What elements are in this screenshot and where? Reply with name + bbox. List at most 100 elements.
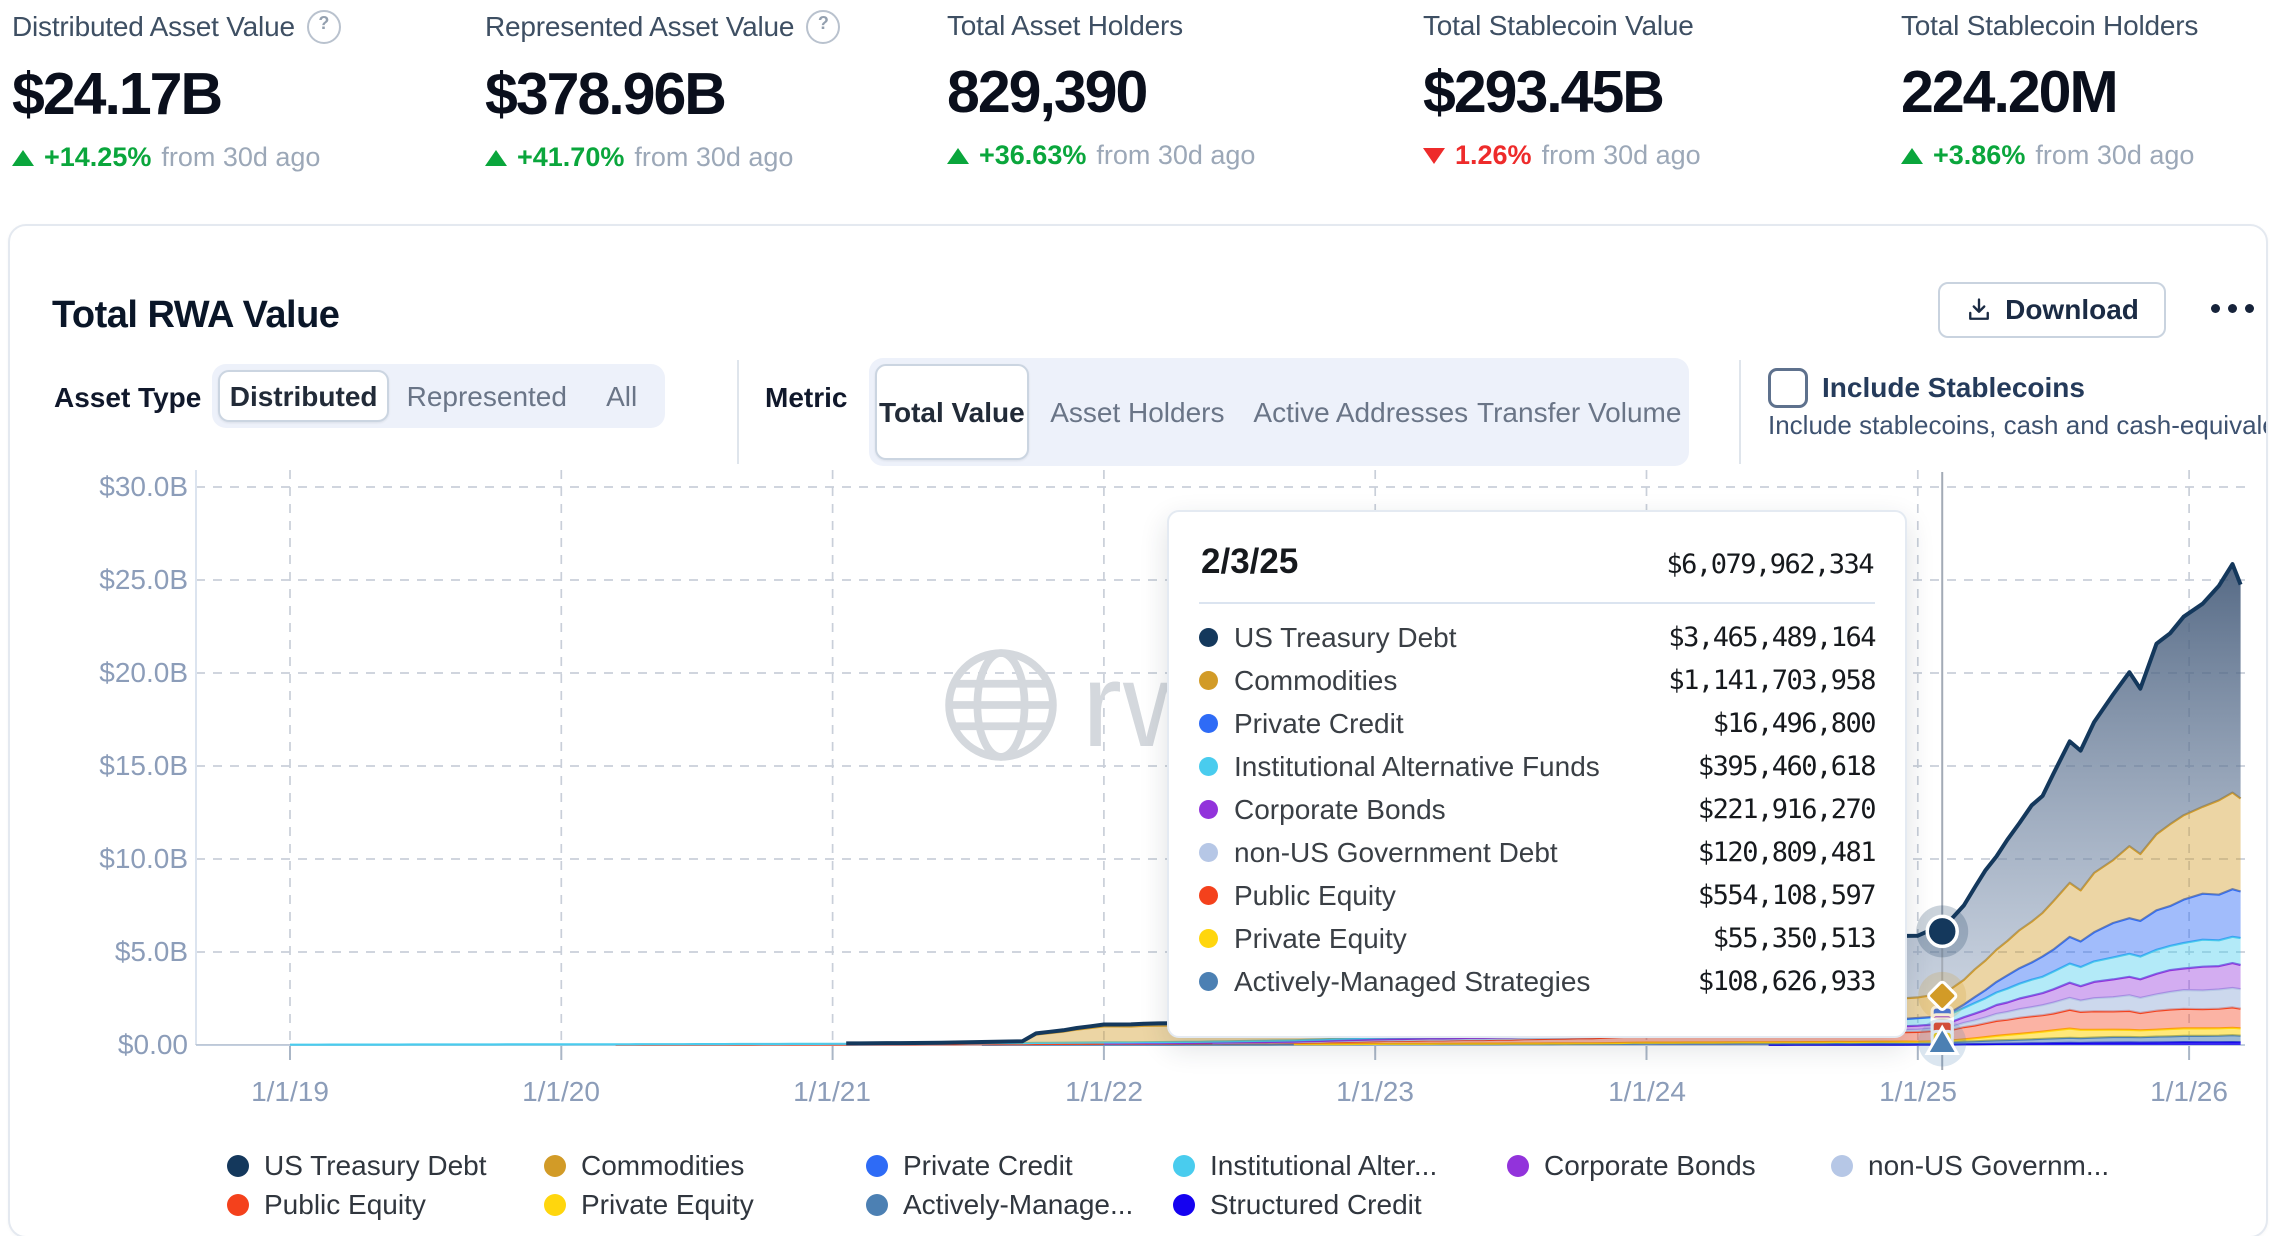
legend-item-institutional-alternative-funds[interactable]: Institutional Alter...: [1173, 1146, 1437, 1186]
stat-delta: +41.70%: [517, 142, 624, 173]
help-icon[interactable]: [806, 10, 840, 44]
x-axis-tick: 1/1/19: [220, 1076, 360, 1108]
tooltip-row: Private Credit$16,496,800: [1199, 702, 1875, 745]
asset-type-option-all[interactable]: All: [584, 370, 659, 422]
metric-tab-active-addresses[interactable]: Active Addresses: [1246, 364, 1475, 460]
stat-total-stablecoin-value: Total Stablecoin Value $293.45B 1.26% fr…: [1423, 10, 1873, 171]
stat-value: 224.20M: [1901, 58, 2273, 126]
legend-dot-icon: [544, 1155, 566, 1177]
stat-note: from 30d ago: [1096, 140, 1255, 171]
tooltip-total: $6,079,962,334: [1666, 549, 1873, 580]
include-stablecoins-checkbox[interactable]: [1768, 368, 1808, 408]
stat-value: $293.45B: [1423, 58, 1873, 126]
tooltip-row: Commodities$1,141,703,958: [1199, 659, 1875, 702]
x-axis-tick: 1/1/25: [1848, 1076, 1988, 1108]
metric-tab-total-value[interactable]: Total Value: [875, 364, 1029, 460]
stat-label: Total Asset Holders: [947, 10, 1183, 42]
divider: [737, 360, 739, 464]
series-dot-icon: [1199, 929, 1218, 948]
asset-type-label: Asset Type: [54, 382, 201, 414]
x-axis-tick: 1/1/21: [762, 1076, 902, 1108]
series-dot-icon: [1199, 671, 1218, 690]
series-dot-icon: [1199, 886, 1218, 905]
up-arrow-icon: [12, 150, 34, 166]
series-dot-icon: [1199, 757, 1218, 776]
page-title: Total RWA Value: [52, 294, 339, 337]
tooltip-row: Institutional Alternative Funds$395,460,…: [1199, 745, 1875, 788]
stat-distributed-asset-value: Distributed Asset Value $24.17B +14.25% …: [12, 10, 462, 173]
chart-tooltip: 2/3/25 $6,079,962,334 US Treasury Debt$3…: [1167, 510, 1907, 1038]
tooltip-row: Corporate Bonds$221,916,270: [1199, 788, 1875, 831]
legend-item-commodities[interactable]: Commodities: [544, 1146, 744, 1186]
legend-dot-icon: [866, 1194, 888, 1216]
stat-label: Distributed Asset Value: [12, 11, 295, 43]
stat-delta: +3.86%: [1933, 140, 2025, 171]
include-stablecoins-label: Include Stablecoins: [1822, 372, 2085, 404]
stat-label: Represented Asset Value: [485, 11, 794, 43]
stat-label: Total Stablecoin Value: [1423, 10, 1694, 42]
legend-item-us-treasury-debt[interactable]: US Treasury Debt: [227, 1146, 487, 1186]
stat-delta: +14.25%: [44, 142, 151, 173]
legend-item-structured-credit[interactable]: Structured Credit: [1173, 1185, 1422, 1225]
rwa-dashboard: Distributed Asset Value $24.17B +14.25% …: [0, 0, 2273, 1236]
stat-delta: +36.63%: [979, 140, 1086, 171]
legend-item-public-equity[interactable]: Public Equity: [227, 1185, 426, 1225]
series-dot-icon: [1199, 628, 1218, 647]
legend-dot-icon: [1173, 1194, 1195, 1216]
up-arrow-icon: [1901, 148, 1923, 164]
stat-delta: 1.26%: [1455, 140, 1532, 171]
legend-dot-icon: [866, 1155, 888, 1177]
x-axis-tick: 1/1/22: [1034, 1076, 1174, 1108]
y-axis-tick: $0.00: [40, 1029, 188, 1061]
stat-note: from 30d ago: [634, 142, 793, 173]
stat-total-asset-holders: Total Asset Holders 829,390 +36.63% from…: [947, 10, 1397, 171]
y-axis-tick: $25.0B: [40, 564, 188, 596]
stat-note: from 30d ago: [2035, 140, 2194, 171]
y-axis-tick: $15.0B: [40, 750, 188, 782]
x-axis-tick: 1/1/20: [491, 1076, 631, 1108]
x-axis-tick: 1/1/24: [1577, 1076, 1717, 1108]
asset-type-segmented-control: Distributed Represented All: [212, 364, 665, 428]
tooltip-row: Actively-Managed Strategies$108,626,933: [1199, 960, 1875, 1003]
y-axis-tick: $5.0B: [40, 936, 188, 968]
y-axis-tick: $10.0B: [40, 843, 188, 875]
download-button[interactable]: Download: [1938, 282, 2166, 338]
series-dot-icon: [1199, 843, 1218, 862]
legend-item-private-credit[interactable]: Private Credit: [866, 1146, 1073, 1186]
legend-item-non-us-government-debt[interactable]: non-US Governm...: [1831, 1146, 2109, 1186]
asset-type-option-represented[interactable]: Represented: [389, 370, 584, 422]
metric-tab-transfer-volume[interactable]: Transfer Volume: [1476, 364, 1683, 460]
up-arrow-icon: [947, 148, 969, 164]
tooltip-row: US Treasury Debt$3,465,489,164: [1199, 616, 1875, 659]
stat-represented-asset-value: Represented Asset Value $378.96B +41.70%…: [485, 10, 935, 173]
metric-tab-asset-holders[interactable]: Asset Holders: [1029, 364, 1246, 460]
y-axis-tick: $30.0B: [40, 471, 188, 503]
legend-item-actively-managed-strategies[interactable]: Actively-Manage...: [866, 1185, 1133, 1225]
legend-dot-icon: [1173, 1155, 1195, 1177]
stat-label: Total Stablecoin Holders: [1901, 10, 2198, 42]
y-axis-tick: $20.0B: [40, 657, 188, 689]
x-axis-tick: 1/1/23: [1305, 1076, 1445, 1108]
legend-dot-icon: [227, 1194, 249, 1216]
down-arrow-icon: [1423, 148, 1445, 164]
include-stablecoins-description: Include stablecoins, cash and cash-equiv…: [1768, 410, 2266, 441]
legend-item-corporate-bonds[interactable]: Corporate Bonds: [1507, 1146, 1756, 1186]
legend-dot-icon: [1831, 1155, 1853, 1177]
more-options-button[interactable]: [2200, 282, 2264, 334]
ellipsis-icon: [2211, 304, 2220, 313]
series-dot-icon: [1199, 714, 1218, 733]
asset-type-option-distributed[interactable]: Distributed: [218, 370, 389, 422]
download-icon: [1965, 296, 1993, 324]
legend-dot-icon: [544, 1194, 566, 1216]
tooltip-row: Public Equity$554,108,597: [1199, 874, 1875, 917]
legend-item-private-equity[interactable]: Private Equity: [544, 1185, 754, 1225]
tooltip-rows: US Treasury Debt$3,465,489,164 Commoditi…: [1199, 616, 1875, 1003]
series-dot-icon: [1199, 972, 1218, 991]
up-arrow-icon: [485, 150, 507, 166]
metric-label: Metric: [765, 382, 847, 414]
tooltip-date: 2/3/25: [1201, 542, 1298, 582]
stat-value: $24.17B: [12, 60, 462, 128]
download-label: Download: [2005, 294, 2139, 326]
help-icon[interactable]: [307, 10, 341, 44]
stat-value: $378.96B: [485, 60, 935, 128]
